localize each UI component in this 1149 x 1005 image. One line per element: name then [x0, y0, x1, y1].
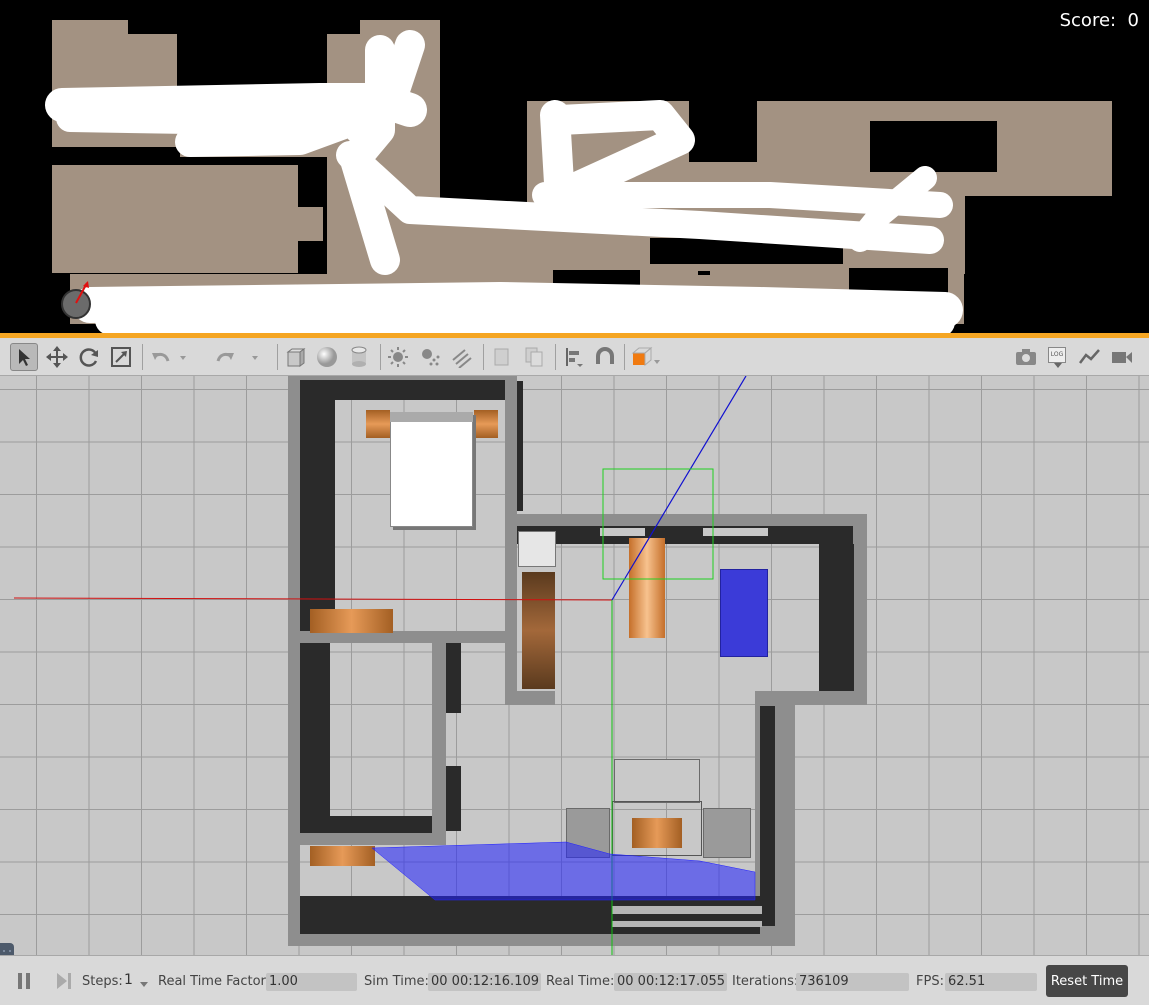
plot-icon [1079, 349, 1100, 364]
plot-button[interactable] [1076, 343, 1104, 371]
toolbar-separator [483, 344, 484, 370]
rotate-mode-button[interactable] [75, 343, 103, 371]
copy-button[interactable] [488, 343, 516, 371]
view-cube-icon [631, 346, 660, 367]
scene-overlays [13, 376, 756, 955]
paste-button[interactable] [520, 343, 548, 371]
scale-icon [111, 347, 131, 367]
pause-icon [18, 973, 30, 989]
magnet-icon [596, 347, 614, 364]
real-time-field: 00 00:12:17.055 [614, 973, 727, 991]
directional-light-button[interactable] [448, 343, 476, 371]
toolbar-separator [380, 344, 381, 370]
undo-icon [152, 352, 186, 362]
gazebo-toolbar: LOG [0, 338, 1149, 376]
sim-time-field: 00 00:12:16.109 [428, 973, 541, 991]
video-record-button[interactable] [1108, 343, 1136, 371]
sphere-icon [317, 347, 337, 367]
iterations-field: 736109 [796, 973, 909, 991]
iterations-label: Iterations: [732, 974, 799, 989]
chevron-right-icon [3, 950, 11, 952]
arrow-cursor-icon [19, 349, 30, 366]
pause-button[interactable] [14, 971, 34, 991]
rotate-icon [79, 348, 98, 367]
score-value: 0 [1127, 10, 1139, 31]
x-axis-line [13, 597, 613, 601]
align-button[interactable] [560, 343, 588, 371]
screenshot-button[interactable] [1012, 343, 1040, 371]
sim-time-label: Sim Time: [364, 974, 429, 989]
move-arrows-icon [46, 346, 68, 368]
point-light-icon [388, 347, 408, 367]
robot-heading-arrow [75, 281, 89, 304]
score-display: Score: 0 [1060, 10, 1139, 31]
log-icon: LOG [1047, 346, 1067, 368]
z-axis-line [611, 376, 747, 601]
select-mode-button[interactable] [10, 343, 38, 371]
align-icon [566, 348, 583, 367]
copy-icon [494, 348, 509, 366]
cylinder-icon [351, 346, 367, 367]
snap-button[interactable] [591, 343, 619, 371]
real-time-factor-label: Real Time Factor: [158, 974, 271, 989]
video-camera-icon [1112, 352, 1132, 363]
robot-trajectory [45, 30, 963, 333]
occupancy-map: Score: 0 [0, 0, 1149, 333]
side-panel-toggle[interactable] [0, 943, 14, 955]
reset-time-button[interactable]: Reset Time [1046, 965, 1128, 997]
spot-light-button[interactable] [416, 343, 444, 371]
score-label: Score: [1059, 10, 1117, 31]
simulation-status-bar: Steps: 1 Real Time Factor: 1.00 Sim Time… [0, 955, 1149, 1005]
redo-icon [216, 352, 258, 362]
sphere-shape-button[interactable] [313, 343, 341, 371]
paste-icon [525, 347, 543, 367]
scale-mode-button[interactable] [107, 343, 135, 371]
gazebo-3d-view[interactable] [0, 376, 1149, 955]
directional-light-icon [452, 349, 472, 368]
undo-button[interactable] [148, 343, 192, 371]
redo-button[interactable] [212, 343, 262, 371]
real-time-label: Real Time: [546, 974, 615, 989]
toolbar-separator [624, 344, 625, 370]
box-shape-button[interactable] [281, 343, 309, 371]
fps-field: 62.51 [945, 973, 1037, 991]
steps-value: 1 [124, 972, 133, 988]
log-button[interactable]: LOG [1043, 343, 1071, 371]
chevron-down-icon [140, 982, 148, 987]
step-forward-icon [57, 973, 71, 989]
camera-icon [1016, 349, 1036, 365]
real-time-factor-field: 1.00 [266, 973, 357, 991]
toolbar-separator [142, 344, 143, 370]
steps-spinbox[interactable]: 1 [124, 972, 150, 992]
step-button[interactable] [53, 971, 75, 991]
toolbar-separator [277, 344, 278, 370]
spot-light-icon [422, 349, 440, 366]
fps-label: FPS: [916, 974, 944, 989]
translate-mode-button[interactable] [43, 343, 71, 371]
cylinder-shape-button[interactable] [345, 343, 373, 371]
toolbar-separator [555, 344, 556, 370]
laser-scan [371, 841, 756, 901]
view-angle-button[interactable] [629, 343, 665, 371]
box-icon [286, 348, 306, 367]
point-light-button[interactable] [384, 343, 412, 371]
steps-label: Steps: [82, 974, 123, 989]
